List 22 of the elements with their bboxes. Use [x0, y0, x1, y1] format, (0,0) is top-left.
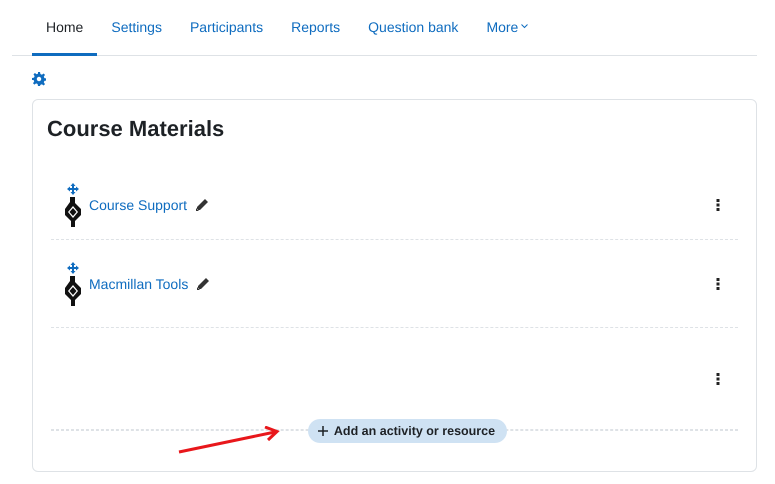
nav-tab[interactable]: Participants	[176, 0, 278, 56]
pencil-icon[interactable]	[195, 198, 210, 212]
section-title: Course Materials	[47, 116, 226, 142]
add-activity-button[interactable]: Add an activity or resource	[308, 419, 508, 443]
nav-tab[interactable]: Reports	[277, 0, 354, 56]
plus-icon	[318, 426, 328, 436]
pencil-icon[interactable]	[196, 276, 210, 290]
module-icon	[65, 196, 81, 226]
activity-link[interactable]: Course Support	[89, 196, 188, 212]
move-icon[interactable]	[67, 182, 79, 194]
move-icon[interactable]	[67, 262, 79, 274]
settings-icon[interactable]	[32, 72, 46, 86]
more-options-icon[interactable]	[716, 198, 720, 210]
more-options-icon[interactable]	[716, 278, 720, 290]
more-options-icon[interactable]	[716, 372, 720, 384]
nav-tab[interactable]: Settings	[97, 0, 176, 56]
nav-tab[interactable]: Home	[32, 0, 98, 56]
nav-tab[interactable]: Question bank	[354, 0, 472, 56]
activity-link[interactable]: Macmillan Tools	[89, 276, 188, 292]
module-icon	[65, 276, 81, 306]
chevron-down-icon	[521, 24, 528, 29]
nav-tab[interactable]: More	[472, 0, 542, 56]
